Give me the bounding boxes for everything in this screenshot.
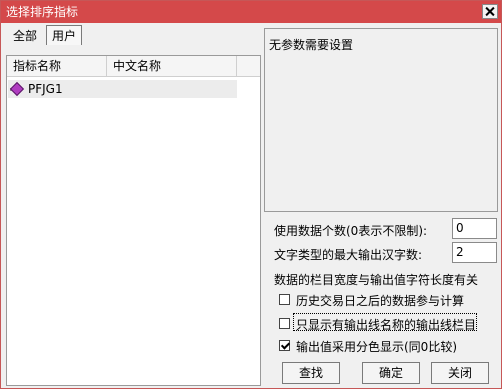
find-button[interactable]: 查找 [282, 362, 340, 384]
indicator-name: PFJG1 [28, 82, 63, 96]
max-chars-label: 文字类型的最大输出汉字数: [274, 248, 423, 262]
data-count-label: 使用数据个数(0表示不限制): [274, 224, 428, 238]
list-item[interactable]: PFJG1 [8, 80, 237, 98]
indicator-list[interactable]: 指标名称 中文名称 PFJG1 [6, 55, 261, 386]
window-title: 选择排序指标 [6, 5, 79, 19]
tab-user[interactable]: 用户 [46, 25, 82, 45]
close-icon[interactable] [482, 4, 498, 19]
only-output-line-checkbox[interactable] [279, 318, 290, 329]
parameter-description: 无参数需要设置 [269, 38, 354, 52]
list-header: 指标名称 中文名称 [7, 56, 260, 77]
indicator-diamond-icon [9, 81, 25, 97]
dialog-window: 选择排序指标 全部 用户 指标名称 中文名称 PFJG1 无参数需要设置 使用数… [0, 0, 502, 389]
column-width-note: 数据的栏目宽度与输出值字符长度有关 [274, 273, 479, 287]
title-bar[interactable]: 选择排序指标 [1, 1, 501, 23]
ok-button[interactable]: 确定 [362, 362, 420, 384]
only-output-line-label[interactable]: 只显示有输出线名称的输出线栏目 [296, 316, 476, 333]
color-output-checkbox[interactable] [279, 340, 290, 351]
color-output-label[interactable]: 输出值采用分色显示(同0比较) [296, 338, 457, 355]
close-button[interactable]: 关闭 [431, 362, 489, 384]
parameter-description-panel: 无参数需要设置 [264, 28, 498, 212]
tab-all[interactable]: 全部 [6, 26, 44, 46]
column-header-indicator-name[interactable]: 指标名称 [7, 56, 107, 76]
history-trade-day-label[interactable]: 历史交易日之后的数据参与计算 [296, 292, 464, 309]
column-header-chinese-name[interactable]: 中文名称 [107, 56, 237, 76]
data-count-field[interactable]: 0 [452, 218, 497, 239]
history-trade-day-checkbox[interactable] [279, 294, 290, 305]
max-chars-field[interactable]: 2 [452, 242, 497, 263]
